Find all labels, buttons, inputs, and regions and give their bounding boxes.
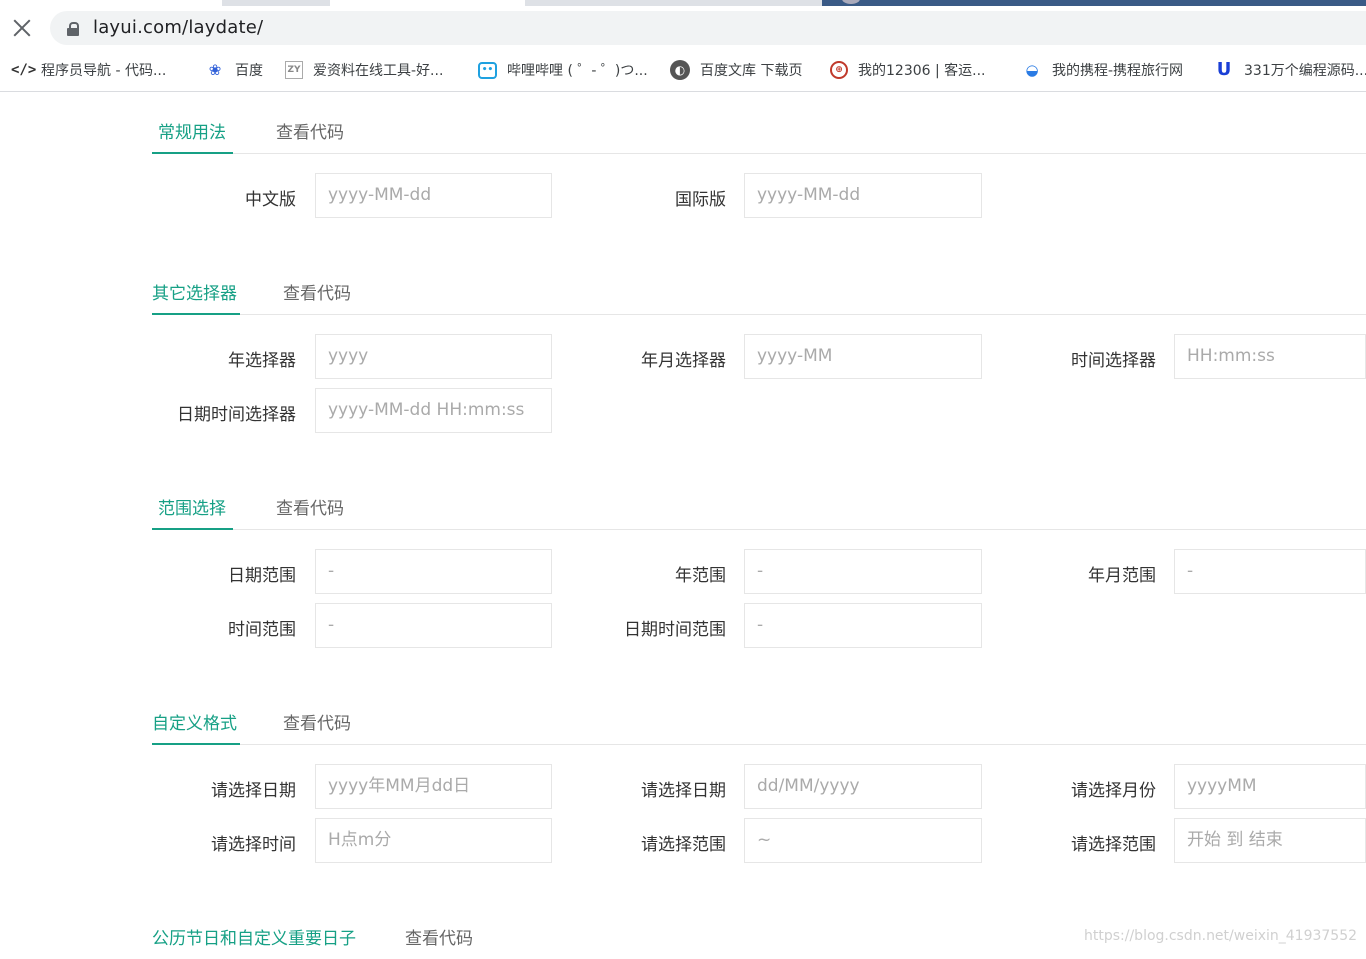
tab-view-code[interactable]: 查看代码 bbox=[276, 118, 344, 143]
bookmark-label: 331万个编程源码... bbox=[1244, 63, 1366, 79]
tab-view-code[interactable]: 查看代码 bbox=[283, 709, 351, 734]
bookmark-label: 百度 bbox=[235, 63, 263, 79]
omnibox[interactable]: layui.com/laydate/ bbox=[50, 11, 1366, 45]
tab-other-pickers[interactable]: 其它选择器 bbox=[152, 279, 237, 304]
field-label: 请选择时间 bbox=[211, 835, 296, 855]
bookmark-label: 百度文库 下载页 bbox=[700, 63, 803, 79]
tab-custom-format[interactable]: 自定义格式 bbox=[152, 709, 237, 734]
bookmark-label: 程序员导航 - 代码... bbox=[41, 63, 167, 79]
field-label: 日期时间选择器 bbox=[177, 405, 296, 425]
custom-range-input[interactable]: ~ bbox=[744, 818, 982, 863]
tab-favicon-icon bbox=[842, 0, 860, 4]
section-custom-format: 自定义格式 查看代码 请选择日期 yyyy年MM月dd日 请选择日期 dd/MM… bbox=[152, 699, 1366, 863]
aiziliao-icon: ZY bbox=[285, 61, 303, 79]
field-label: 日期范围 bbox=[228, 566, 296, 586]
datetime-input[interactable]: yyyy-MM-dd HH:mm:ss bbox=[315, 388, 552, 433]
field-label: 日期时间范围 bbox=[624, 620, 726, 640]
bookmark-label: 我的12306 | 客运... bbox=[858, 63, 986, 79]
date-input[interactable]: yyyy-MM-dd bbox=[744, 173, 982, 218]
bookmark-item[interactable]: ❀ 百度 bbox=[205, 59, 263, 81]
date-range-input[interactable]: - bbox=[315, 549, 552, 594]
tab-range[interactable]: 范围选择 bbox=[158, 494, 226, 519]
railway-icon: ⊕ bbox=[830, 61, 848, 79]
bookmark-label: 我的携程-携程旅行网 bbox=[1052, 63, 1184, 79]
field-label: 时间范围 bbox=[228, 620, 296, 640]
watermark: https://blog.csdn.net/weixin_41937552 bbox=[1084, 928, 1358, 944]
time-input[interactable]: HH:mm:ss bbox=[1174, 334, 1366, 379]
year-range-input[interactable]: - bbox=[744, 549, 982, 594]
field-label: 请选择范围 bbox=[1071, 835, 1156, 855]
year-month-range-input[interactable]: - bbox=[1174, 549, 1366, 594]
tab-bar: 其它选择器 查看代码 bbox=[152, 269, 1366, 315]
datetime-range-input[interactable]: - bbox=[744, 603, 982, 648]
year-month-input[interactable]: yyyy-MM bbox=[744, 334, 982, 379]
custom-time-input[interactable]: H点m分 bbox=[315, 818, 552, 863]
custom-range-input[interactable]: 开始 到 结束 bbox=[1174, 818, 1366, 863]
tab-view-code[interactable]: 查看代码 bbox=[283, 279, 351, 304]
active-tab-underline bbox=[152, 313, 240, 315]
field-label: 中文版 bbox=[245, 190, 296, 210]
bookmark-item[interactable]: ZY 爱资料在线工具-好... bbox=[285, 59, 443, 81]
ctrip-icon: ◒ bbox=[1025, 61, 1039, 79]
close-icon[interactable] bbox=[10, 16, 34, 40]
globe-icon: ◐ bbox=[670, 60, 690, 80]
field-label: 请选择月份 bbox=[1071, 781, 1156, 801]
custom-date-input[interactable]: yyyy年MM月dd日 bbox=[315, 764, 552, 809]
form-row: 年选择器 yyyy 年月选择器 yyyy-MM 时间选择器 HH:mm:ss bbox=[152, 334, 1366, 381]
tab-view-code[interactable]: 查看代码 bbox=[276, 494, 344, 519]
active-tab-underline bbox=[152, 152, 233, 154]
time-range-input[interactable]: - bbox=[315, 603, 552, 648]
active-tab-underline bbox=[152, 528, 233, 530]
tab-holidays[interactable]: 公历节日和自定义重要日子 bbox=[152, 924, 356, 949]
tab-bar: 常规用法 查看代码 bbox=[152, 108, 1366, 154]
form-row: 请选择日期 yyyy年MM月dd日 请选择日期 dd/MM/yyyy 请选择月份… bbox=[152, 764, 1366, 811]
bookmarks-bar: </> 程序员导航 - 代码... ❀ 百度 ZY 爱资料在线工具-好... •… bbox=[0, 49, 1366, 92]
field-label: 年范围 bbox=[675, 566, 726, 586]
year-input[interactable]: yyyy bbox=[315, 334, 552, 379]
field-label: 国际版 bbox=[675, 190, 726, 210]
bookmark-label: 爱资料在线工具-好... bbox=[313, 63, 444, 79]
code-icon: </> bbox=[11, 62, 37, 78]
tab-bar: 范围选择 查看代码 bbox=[152, 484, 1366, 530]
field-label: 年选择器 bbox=[228, 351, 296, 371]
field-label: 请选择日期 bbox=[211, 781, 296, 801]
address-bar: layui.com/laydate/ bbox=[0, 6, 1366, 49]
baidu-paw-icon: ❀ bbox=[208, 61, 222, 79]
form-row: 时间范围 - 日期时间范围 - bbox=[152, 603, 1366, 650]
u-icon: U bbox=[1216, 59, 1232, 80]
lock-icon[interactable] bbox=[67, 22, 79, 36]
form-row: 中文版 yyyy-MM-dd 国际版 yyyy-MM-dd bbox=[152, 173, 1366, 220]
section-basic: 常规用法 查看代码 中文版 yyyy-MM-dd 国际版 yyyy-MM-dd bbox=[152, 108, 1366, 218]
field-label: 请选择日期 bbox=[641, 781, 726, 801]
tab-view-code[interactable]: 查看代码 bbox=[405, 924, 473, 949]
field-label: 年月选择器 bbox=[641, 351, 726, 371]
tab-basic-usage[interactable]: 常规用法 bbox=[158, 118, 226, 143]
date-input[interactable]: yyyy-MM-dd bbox=[315, 173, 552, 218]
field-label: 请选择范围 bbox=[641, 835, 726, 855]
form-row: 日期范围 - 年范围 - 年月范围 - bbox=[152, 549, 1366, 596]
active-tab-underline bbox=[152, 743, 240, 745]
url-text[interactable]: layui.com/laydate/ bbox=[93, 17, 263, 38]
custom-date-input[interactable]: dd/MM/yyyy bbox=[744, 764, 982, 809]
field-label: 时间选择器 bbox=[1071, 351, 1156, 371]
custom-month-input[interactable]: yyyyMM bbox=[1174, 764, 1366, 809]
bookmark-item[interactable]: ◐ 百度文库 下载页 bbox=[670, 59, 802, 81]
field-label: 年月范围 bbox=[1088, 566, 1156, 586]
section-other-pickers: 其它选择器 查看代码 年选择器 yyyy 年月选择器 yyyy-MM 时间选择器… bbox=[152, 269, 1366, 433]
tab-bar: 自定义格式 查看代码 bbox=[152, 699, 1366, 745]
bookmark-item[interactable]: </> 程序员导航 - 代码... bbox=[11, 59, 166, 81]
bookmark-label: 哔哩哔哩 ( ゜- ゜)つ... bbox=[507, 63, 648, 79]
form-row: 请选择时间 H点m分 请选择范围 ~ 请选择范围 开始 到 结束 bbox=[152, 818, 1366, 865]
bookmark-item[interactable]: ◒ 我的携程-携程旅行网 bbox=[1022, 59, 1183, 81]
section-range: 范围选择 查看代码 日期范围 - 年范围 - 年月范围 - 时间范围 - 日期时… bbox=[152, 484, 1366, 648]
bookmark-item[interactable]: ⊕ 我的12306 | 客运... bbox=[830, 59, 986, 81]
form-row: 日期时间选择器 yyyy-MM-dd HH:mm:ss bbox=[152, 388, 1366, 435]
bilibili-icon: •• bbox=[478, 61, 497, 79]
bookmark-item[interactable]: •• 哔哩哔哩 ( ゜- ゜)つ... bbox=[478, 59, 648, 81]
bookmark-item[interactable]: U 331万个编程源码... bbox=[1214, 59, 1366, 81]
